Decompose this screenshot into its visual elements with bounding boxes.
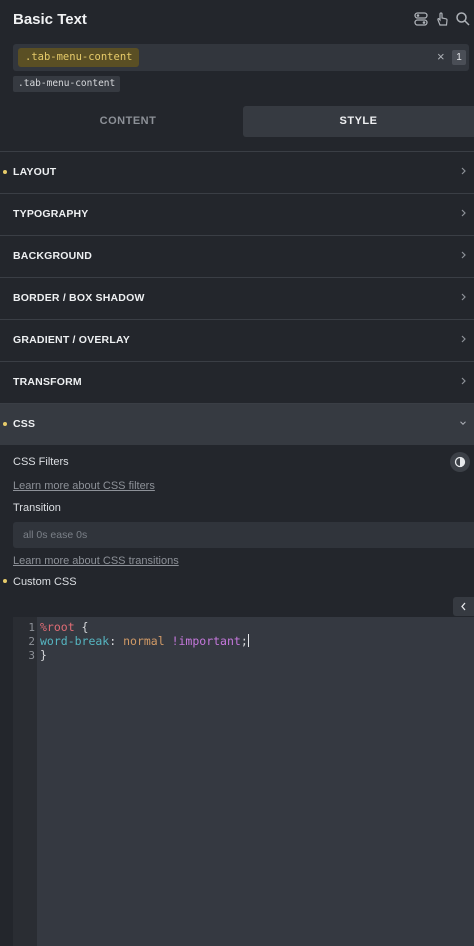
toggle-icon[interactable] xyxy=(413,11,429,27)
chevron-right-icon xyxy=(461,251,466,259)
css-filters-link[interactable]: Learn more about CSS filters xyxy=(13,480,155,492)
section-label: CSS xyxy=(13,418,36,430)
custom-css-editor[interactable]: 1 2 3 %root { word-break: normal !import… xyxy=(13,617,474,946)
tab-content[interactable]: CONTENT xyxy=(13,106,243,137)
pointer-hand-icon[interactable] xyxy=(434,11,450,27)
code-line: } xyxy=(40,648,47,662)
line-number-gutter: 1 2 3 xyxy=(13,617,37,946)
line-number: 3 xyxy=(28,649,35,662)
text-cursor xyxy=(247,634,249,647)
chevron-right-icon xyxy=(461,293,466,301)
section-css[interactable]: CSS xyxy=(0,403,474,445)
chevron-down-icon xyxy=(460,421,466,425)
section-label: BORDER / BOX SHADOW xyxy=(13,292,145,304)
code-selector: %root xyxy=(40,620,75,634)
code-important: !important xyxy=(164,634,241,648)
element-title: Basic Text xyxy=(13,11,87,28)
class-count-badge[interactable]: 1 xyxy=(452,50,466,65)
active-class-chip[interactable]: .tab-menu-content xyxy=(18,48,140,67)
chevron-right-icon xyxy=(461,377,466,385)
tab-style[interactable]: STYLE xyxy=(243,106,474,137)
section-typography[interactable]: TYPOGRAPHY xyxy=(0,193,474,235)
modified-indicator xyxy=(3,170,7,174)
code-semicolon: ; xyxy=(240,634,248,648)
code-line: word-break: normal !important; xyxy=(40,634,249,648)
contrast-icon[interactable] xyxy=(450,452,470,472)
collapse-editor-button[interactable] xyxy=(453,597,474,616)
chevron-right-icon xyxy=(461,167,466,175)
tab-bar: CONTENT STYLE xyxy=(13,106,474,137)
modified-indicator xyxy=(3,579,7,583)
class-selector-bar[interactable]: .tab-menu-content × 1 xyxy=(13,44,469,71)
line-number: 1 xyxy=(28,621,35,634)
transition-placeholder: all 0s ease 0s xyxy=(23,529,88,541)
line-number: 2 xyxy=(28,635,35,648)
section-label: GRADIENT / OVERLAY xyxy=(13,334,130,346)
close-icon[interactable]: × xyxy=(437,49,445,64)
panel-header: Basic Text xyxy=(0,0,474,40)
chevron-right-icon xyxy=(461,335,466,343)
section-layout[interactable]: LAYOUT xyxy=(0,151,474,193)
css-transitions-link[interactable]: Learn more about CSS transitions xyxy=(13,555,179,567)
code-brace: } xyxy=(40,648,47,662)
section-background[interactable]: BACKGROUND xyxy=(0,235,474,277)
selector-tag[interactable]: .tab-menu-content xyxy=(13,76,121,92)
custom-css-label: Custom CSS xyxy=(13,576,77,588)
modified-indicator xyxy=(3,422,7,426)
css-filters-label: CSS Filters xyxy=(13,456,69,468)
code-brace: { xyxy=(74,620,89,634)
section-label: TRANSFORM xyxy=(13,376,82,388)
code-colon: : xyxy=(109,634,124,648)
section-label: TYPOGRAPHY xyxy=(13,208,89,220)
section-label: BACKGROUND xyxy=(13,250,92,262)
transition-input[interactable]: all 0s ease 0s xyxy=(13,522,474,548)
transition-label: Transition xyxy=(13,502,61,514)
code-property: word-break xyxy=(40,634,110,648)
code-line: %root { xyxy=(40,620,88,634)
chevron-right-icon xyxy=(461,209,466,217)
section-transform[interactable]: TRANSFORM xyxy=(0,361,474,403)
chevron-left-icon xyxy=(461,602,466,611)
section-border-box-shadow[interactable]: BORDER / BOX SHADOW xyxy=(0,277,474,319)
search-icon[interactable] xyxy=(455,11,471,27)
code-value: normal xyxy=(123,634,165,648)
section-gradient-overlay[interactable]: GRADIENT / OVERLAY xyxy=(0,319,474,361)
section-label: LAYOUT xyxy=(13,166,57,178)
